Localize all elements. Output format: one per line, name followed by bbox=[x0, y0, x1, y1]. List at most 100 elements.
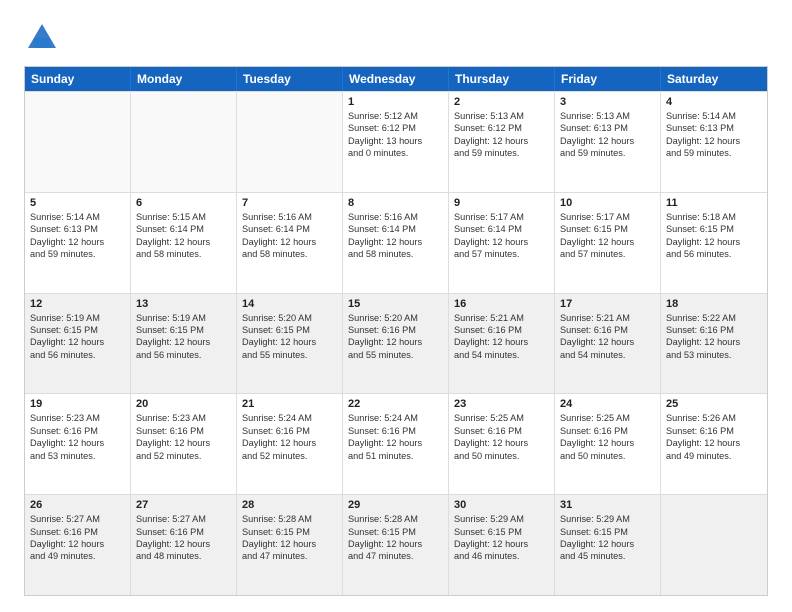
cell-info-line: Sunrise: 5:23 AM bbox=[136, 412, 231, 424]
cell-info-line: Daylight: 12 hours bbox=[560, 538, 655, 550]
cell-info-line: Daylight: 12 hours bbox=[454, 538, 549, 550]
day-number: 5 bbox=[30, 197, 125, 209]
cell-info-line: Daylight: 12 hours bbox=[30, 538, 125, 550]
calendar-cell-22: 22Sunrise: 5:24 AMSunset: 6:16 PMDayligh… bbox=[343, 394, 449, 494]
day-number: 2 bbox=[454, 96, 549, 108]
cell-info-line: Daylight: 12 hours bbox=[242, 236, 337, 248]
calendar: SundayMondayTuesdayWednesdayThursdayFrid… bbox=[24, 66, 768, 596]
calendar-cell-19: 19 Sunrise: 5:23 AMSunset: 6:16 PMDayligh… bbox=[25, 394, 131, 494]
cell-info-line: Sunrise: 5:25 AM bbox=[560, 412, 655, 424]
cell-info-line: Daylight: 12 hours bbox=[242, 538, 337, 550]
calendar-row-2: 12Sunrise: 5:19 AMSunset: 6:15 PMDayligh… bbox=[25, 293, 767, 394]
day-number: 19 bbox=[30, 398, 125, 410]
cell-info-line: Daylight: 12 hours bbox=[30, 437, 125, 449]
calendar-cell-10: 10Sunrise: 5:17 AMSunset: 6:15 PMDayligh… bbox=[555, 193, 661, 293]
weekday-header-tuesday: Tuesday bbox=[237, 67, 343, 91]
cell-info-line: Daylight: 12 hours bbox=[348, 538, 443, 550]
cell-info-line: Daylight: 12 hours bbox=[666, 135, 762, 147]
day-number: 26 bbox=[30, 499, 125, 511]
cell-info-line: Daylight: 12 hours bbox=[454, 336, 549, 348]
cell-info-line: Sunset: 6:16 PM bbox=[136, 526, 231, 538]
calendar-cell-7: 7Sunrise: 5:16 AMSunset: 6:14 PMDaylight… bbox=[237, 193, 343, 293]
cell-info-line: Daylight: 12 hours bbox=[136, 336, 231, 348]
cell-info-line: Daylight: 12 hours bbox=[560, 236, 655, 248]
cell-info-line: Daylight: 12 hours bbox=[666, 437, 762, 449]
calendar-cell-29: 29Sunrise: 5:28 AMSunset: 6:15 PMDayligh… bbox=[343, 495, 449, 595]
cell-info-line: Daylight: 12 hours bbox=[136, 538, 231, 550]
cell-info-line: Daylight: 12 hours bbox=[136, 437, 231, 449]
cell-info-line: Daylight: 12 hours bbox=[242, 336, 337, 348]
cell-info-line: Sunset: 6:13 PM bbox=[666, 122, 762, 134]
cell-info-line: and 58 minutes. bbox=[242, 248, 337, 260]
cell-info-line: Sunset: 6:16 PM bbox=[30, 526, 125, 538]
cell-info-line: Sunrise: 5:23 AM bbox=[30, 412, 125, 424]
cell-info-line: Sunset: 6:16 PM bbox=[560, 425, 655, 437]
weekday-header-saturday: Saturday bbox=[661, 67, 767, 91]
cell-info-line: Sunset: 6:14 PM bbox=[454, 223, 549, 235]
calendar-cell-6: 6Sunrise: 5:15 AMSunset: 6:14 PMDaylight… bbox=[131, 193, 237, 293]
cell-info-line: Sunrise: 5:28 AM bbox=[348, 513, 443, 525]
calendar-cell-12: 12Sunrise: 5:19 AMSunset: 6:15 PMDayligh… bbox=[25, 294, 131, 394]
cell-info-line: Sunrise: 5:27 AM bbox=[30, 513, 125, 525]
weekday-header-friday: Friday bbox=[555, 67, 661, 91]
cell-info-line: and 58 minutes. bbox=[136, 248, 231, 260]
cell-info-line: Sunset: 6:16 PM bbox=[666, 425, 762, 437]
cell-info-line: and 49 minutes. bbox=[30, 550, 125, 562]
day-number: 3 bbox=[560, 96, 655, 108]
cell-info-line: Sunset: 6:16 PM bbox=[242, 425, 337, 437]
calendar-cell-18: 18Sunrise: 5:22 AMSunset: 6:16 PMDayligh… bbox=[661, 294, 767, 394]
cell-info-line: Sunrise: 5:13 AM bbox=[454, 110, 549, 122]
cell-info-line: Sunset: 6:13 PM bbox=[30, 223, 125, 235]
day-number: 1 bbox=[348, 96, 443, 108]
calendar-body: 1Sunrise: 5:12 AMSunset: 6:12 PMDaylight… bbox=[25, 91, 767, 595]
cell-info-line: Sunrise: 5:25 AM bbox=[454, 412, 549, 424]
calendar-cell-4: 4Sunrise: 5:14 AMSunset: 6:13 PMDaylight… bbox=[661, 92, 767, 192]
cell-info-line: Sunrise: 5:17 AM bbox=[560, 211, 655, 223]
cell-info-line: and 52 minutes. bbox=[242, 450, 337, 462]
cell-info-line: Daylight: 12 hours bbox=[348, 437, 443, 449]
day-number: 7 bbox=[242, 197, 337, 209]
cell-info-line: Sunrise: 5:16 AM bbox=[348, 211, 443, 223]
cell-info-line: and 49 minutes. bbox=[666, 450, 762, 462]
cell-info-line: and 55 minutes. bbox=[348, 349, 443, 361]
cell-info-line: Sunset: 6:12 PM bbox=[348, 122, 443, 134]
calendar-row-0: 1Sunrise: 5:12 AMSunset: 6:12 PMDaylight… bbox=[25, 91, 767, 192]
cell-info-line: Sunset: 6:15 PM bbox=[560, 526, 655, 538]
cell-info-line: Daylight: 12 hours bbox=[348, 236, 443, 248]
cell-info-line: Sunrise: 5:19 AM bbox=[136, 312, 231, 324]
cell-info-line: and 59 minutes. bbox=[454, 147, 549, 159]
calendar-cell-5: 5Sunrise: 5:14 AMSunset: 6:13 PMDaylight… bbox=[25, 193, 131, 293]
cell-info-line: and 59 minutes. bbox=[560, 147, 655, 159]
day-number: 13 bbox=[136, 298, 231, 310]
cell-info-line: Sunrise: 5:29 AM bbox=[560, 513, 655, 525]
cell-info-line: Daylight: 12 hours bbox=[560, 437, 655, 449]
cell-info-line: Sunset: 6:15 PM bbox=[242, 526, 337, 538]
day-number: 21 bbox=[242, 398, 337, 410]
cell-info-line: Sunset: 6:16 PM bbox=[560, 324, 655, 336]
cell-info-line: Daylight: 12 hours bbox=[560, 336, 655, 348]
cell-info-line: and 57 minutes. bbox=[560, 248, 655, 260]
calendar-cell-14: 14Sunrise: 5:20 AMSunset: 6:15 PMDayligh… bbox=[237, 294, 343, 394]
cell-info-line: Daylight: 12 hours bbox=[242, 437, 337, 449]
calendar-cell-2: 2Sunrise: 5:13 AMSunset: 6:12 PMDaylight… bbox=[449, 92, 555, 192]
cell-info-line: Sunset: 6:16 PM bbox=[348, 425, 443, 437]
cell-info-line: Sunset: 6:14 PM bbox=[242, 223, 337, 235]
cell-info-line: Sunset: 6:15 PM bbox=[560, 223, 655, 235]
cell-info-line: Daylight: 12 hours bbox=[666, 236, 762, 248]
calendar-cell-empty bbox=[661, 495, 767, 595]
cell-info-line: and 47 minutes. bbox=[242, 550, 337, 562]
cell-info-line: Sunrise: 5:27 AM bbox=[136, 513, 231, 525]
cell-info-line: Sunset: 6:16 PM bbox=[136, 425, 231, 437]
cell-info-line: and 47 minutes. bbox=[348, 550, 443, 562]
cell-info-line: and 54 minutes. bbox=[560, 349, 655, 361]
cell-info-line: Sunrise: 5:29 AM bbox=[454, 513, 549, 525]
cell-info-line: Sunset: 6:12 PM bbox=[454, 122, 549, 134]
cell-info-line: Sunrise: 5:22 AM bbox=[666, 312, 762, 324]
cell-info-line: Daylight: 12 hours bbox=[30, 336, 125, 348]
calendar-cell-17: 17Sunrise: 5:21 AMSunset: 6:16 PMDayligh… bbox=[555, 294, 661, 394]
cell-info-line: and 0 minutes. bbox=[348, 147, 443, 159]
cell-info-line: Sunset: 6:13 PM bbox=[560, 122, 655, 134]
cell-info-line: Sunset: 6:16 PM bbox=[30, 425, 125, 437]
calendar-cell-8: 8Sunrise: 5:16 AMSunset: 6:14 PMDaylight… bbox=[343, 193, 449, 293]
cell-info-line: and 50 minutes. bbox=[454, 450, 549, 462]
